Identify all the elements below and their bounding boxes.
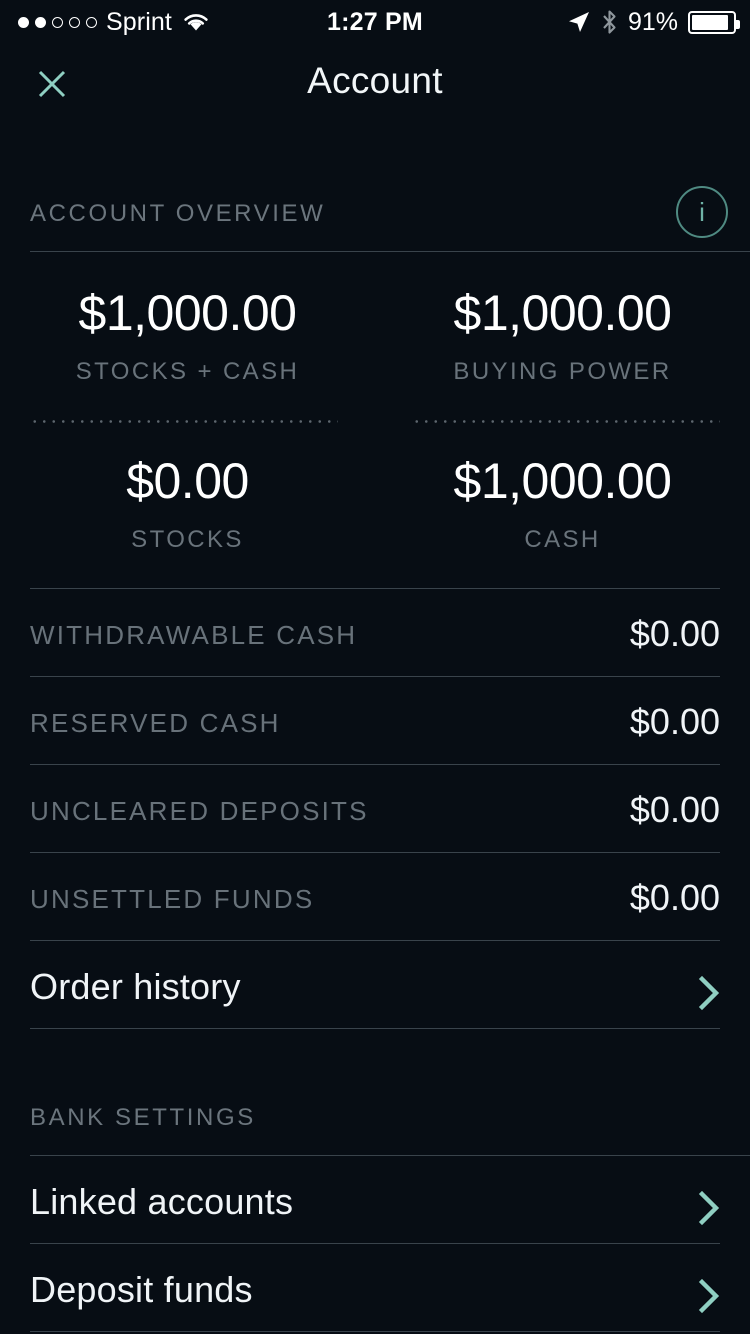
row-value: $0.00 xyxy=(629,877,720,918)
summary-label: STOCKS xyxy=(131,526,244,553)
info-button[interactable]: i xyxy=(676,186,728,238)
navigation-bar: Account xyxy=(0,44,750,128)
summary-amount: $0.00 xyxy=(126,453,249,509)
row-uncleared-deposits: UNCLEARED DEPOSITS $0.00 xyxy=(0,772,750,860)
divider-under-bank-settings xyxy=(30,1155,750,1156)
summary-amount: $1,000.00 xyxy=(453,285,672,341)
row-value: $0.00 xyxy=(629,789,720,830)
battery-icon xyxy=(688,10,740,34)
divider-under-account-overview xyxy=(30,251,750,252)
summary-cell-buying-power: $1,000.00 BUYING POWER xyxy=(375,288,750,386)
row-label: RESERVED CASH xyxy=(30,708,281,738)
divider-below-deposit-funds xyxy=(30,1331,720,1332)
location-arrow-icon xyxy=(568,12,589,32)
divider-below-order-history xyxy=(30,1028,720,1029)
summary-cell-stocks-plus-cash: $1,000.00 STOCKS + CASH xyxy=(0,288,375,386)
info-glyph: i xyxy=(699,196,705,227)
status-bar-right: 91% xyxy=(567,7,740,37)
row-value: $0.00 xyxy=(629,701,720,742)
row-value: $0.00 xyxy=(629,613,720,654)
battery-fill xyxy=(692,14,729,30)
chevron-right-icon xyxy=(698,1190,720,1226)
dotted-separator-left xyxy=(30,420,338,423)
bank-settings-label: BANK SETTINGS xyxy=(30,1104,256,1131)
chevron-right-icon xyxy=(698,975,720,1011)
divider-above-uncleared-deposits xyxy=(30,764,720,765)
divider-above-order-history xyxy=(30,940,720,941)
row-label: UNSETTLED FUNDS xyxy=(30,884,315,914)
divider-above-unsettled-funds xyxy=(30,852,720,853)
row-label: Linked accounts xyxy=(30,1181,294,1222)
summary-amount: $1,000.00 xyxy=(78,285,297,341)
summary-cell-stocks: $0.00 STOCKS xyxy=(0,456,375,554)
account-screen: Sprint 1:27 PM 91% Account ACCOUNT OVERV… xyxy=(0,0,750,1334)
bank-settings-section-header: BANK SETTINGS xyxy=(0,1104,750,1168)
chevron-right-icon xyxy=(698,1278,720,1314)
divider-above-deposit-funds xyxy=(30,1243,720,1244)
summary-label: STOCKS + CASH xyxy=(75,358,300,385)
bluetooth-icon xyxy=(603,10,616,34)
divider-above-withdrawable-cash xyxy=(30,588,720,589)
summary-label: BUYING POWER xyxy=(453,358,672,385)
row-label: UNCLEARED DEPOSITS xyxy=(30,796,369,826)
row-label: Order history xyxy=(30,966,241,1007)
page-title: Account xyxy=(307,60,443,101)
account-overview-label: ACCOUNT OVERVIEW xyxy=(30,200,326,227)
dotted-separator-right xyxy=(412,420,720,423)
row-order-history[interactable]: Order history xyxy=(0,948,750,1036)
account-overview-section-header: ACCOUNT OVERVIEW i xyxy=(0,186,750,264)
row-label: Deposit funds xyxy=(30,1269,253,1310)
row-reserved-cash: RESERVED CASH $0.00 xyxy=(0,684,750,772)
battery-percent-label: 91% xyxy=(627,7,678,36)
row-withdrawable-cash: WITHDRAWABLE CASH $0.00 xyxy=(0,596,750,684)
row-unsettled-funds: UNSETTLED FUNDS $0.00 xyxy=(0,860,750,948)
row-deposit-funds[interactable]: Deposit funds xyxy=(0,1251,750,1334)
summary-amount: $1,000.00 xyxy=(453,453,672,509)
summary-cell-cash: $1,000.00 CASH xyxy=(375,456,750,554)
status-bar: Sprint 1:27 PM 91% xyxy=(0,0,750,44)
row-linked-accounts[interactable]: Linked accounts xyxy=(0,1163,750,1251)
divider-above-reserved-cash xyxy=(30,676,720,677)
row-label: WITHDRAWABLE CASH xyxy=(30,620,358,650)
summary-label: CASH xyxy=(524,526,601,553)
